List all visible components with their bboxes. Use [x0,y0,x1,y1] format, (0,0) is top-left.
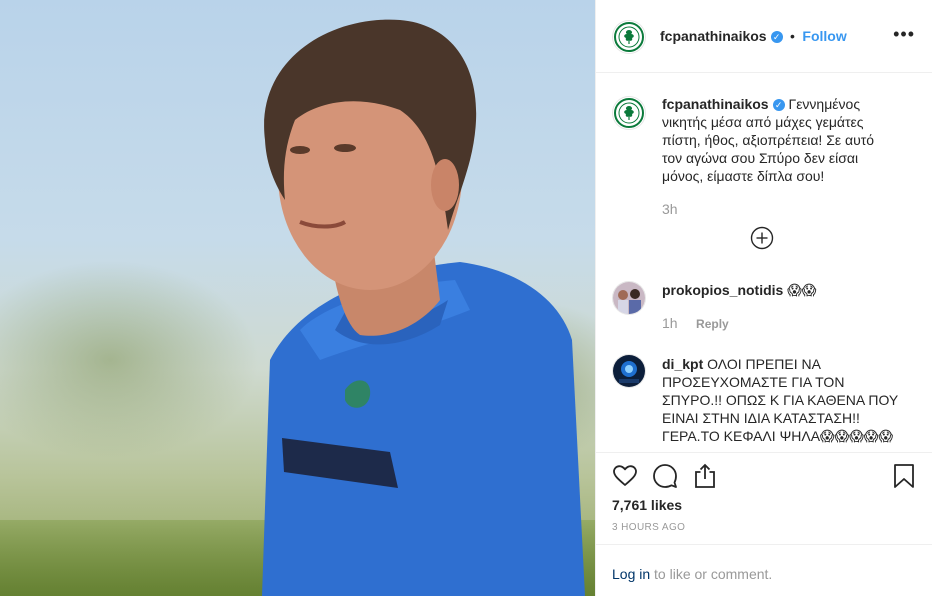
post-image[interactable] [0,0,595,596]
login-prompt-text: to like or comment. [650,566,773,582]
post-timestamp[interactable]: 3 HOURS AGO [612,522,685,533]
comment-username[interactable]: prokopios_notidis [662,282,783,298]
comments-list[interactable]: fcpanathinaikos ✓ Γεννημένος νικητής μέσα… [596,73,932,451]
share-upload-icon [695,463,715,488]
account-avatar[interactable] [612,20,646,54]
like-count[interactable]: 7,761 likes [612,497,682,513]
bookmark-icon [894,464,914,488]
commenter-avatar[interactable] [612,354,646,388]
comment-meta: 1h Reply [662,315,729,333]
post-header: fcpanathinaikos ✓ • Follow ••• [596,0,932,73]
like-button[interactable] [612,463,638,489]
caption-username[interactable]: fcpanathinaikos [662,96,769,112]
verified-badge-icon: ✓ [770,30,783,43]
panathinaikos-logo-icon [614,98,644,128]
follow-button[interactable]: Follow [802,28,846,44]
more-options-icon[interactable]: ••• [893,24,915,45]
panathinaikos-logo-icon [614,22,644,52]
save-button[interactable] [892,463,916,489]
login-link[interactable]: Log in [612,566,650,582]
post-sidebar: fcpanathinaikos ✓ • Follow ••• fcpanathin… [595,0,932,596]
load-more-comments-button[interactable] [750,226,774,250]
plus-circle-icon [750,226,774,250]
user-photo-icon [613,355,645,387]
comment-username[interactable]: di_kpt [662,356,703,372]
share-button[interactable] [692,463,718,489]
caption-age: 3h [662,201,678,217]
caption: fcpanathinaikos ✓ Γεννημένος νικητής μέσα… [662,95,884,185]
commenter-avatar[interactable] [612,281,646,315]
comment: prokopios_notidis 😱😱 [662,281,912,299]
login-prompt: Log in to like or comment. [596,544,932,597]
header-username[interactable]: fcpanathinaikos [660,28,767,44]
post-actions: 7,761 likes 3 HOURS AGO [596,452,932,545]
speech-bubble-icon [653,464,677,488]
heart-icon [613,465,637,486]
comment-text: 😱😱 [787,282,817,298]
user-photo-icon [613,282,645,314]
verified-badge-icon: ✓ [772,99,785,112]
reply-button[interactable]: Reply [696,317,729,331]
header-info: fcpanathinaikos ✓ • Follow [660,28,847,46]
comment-age: 1h [662,315,678,331]
comment: di_kpt ΟΛΟΙ ΠΡΕΠΕΙ ΝΑ ΠΡΟΣΕΥΧΟΜΑΣΤΕ ΓΙΑ … [662,355,908,445]
caption-avatar[interactable] [612,96,646,130]
coach-figure [262,19,585,596]
header-separator: • [790,28,795,44]
comment-button[interactable] [652,463,678,489]
